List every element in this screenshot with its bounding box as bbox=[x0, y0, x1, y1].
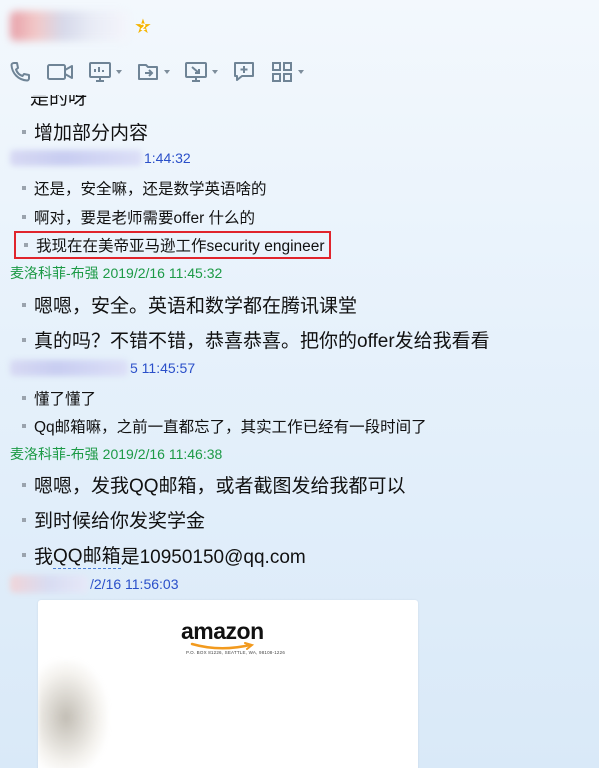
sender-name-blurred bbox=[10, 150, 142, 166]
video-icon bbox=[47, 64, 73, 80]
vip-star-icon[interactable]: ★ 2 bbox=[134, 16, 152, 36]
message-icon bbox=[234, 62, 254, 81]
message-text[interactable]: 还是，安全嘛，还是数学英语啥的 bbox=[34, 177, 267, 199]
redacted-smudge bbox=[38, 660, 108, 768]
sender-line: 麦洛科菲-布强 2019/2/16 11:46:38 bbox=[10, 444, 222, 464]
message-text[interactable]: 到时候给你发奖学金 bbox=[34, 506, 205, 533]
message-text[interactable]: 懂了懂了 bbox=[34, 387, 96, 409]
sender-name[interactable]: 麦洛科菲-布强 bbox=[10, 263, 99, 283]
message-time: 2019/2/16 11:46:38 bbox=[102, 446, 223, 462]
chat-header: ★ 2 bbox=[0, 0, 599, 95]
bullet bbox=[24, 243, 28, 247]
message-time: 2019/2/16 11:45:32 bbox=[102, 265, 223, 281]
sender-line: 1:44:32 bbox=[10, 150, 191, 166]
bullet bbox=[22, 482, 26, 487]
message-text: 是的呀 bbox=[30, 95, 88, 109]
sender-name-blurred bbox=[10, 575, 88, 593]
message-item: 还是，安全嘛，还是数学英语啥的 bbox=[22, 177, 267, 199]
sender-name[interactable]: 麦洛科菲-布强 bbox=[10, 444, 99, 464]
qq-mail-link[interactable]: QQ邮箱 bbox=[53, 541, 121, 569]
message-text[interactable]: 啊对，要是老师需要offer 什么的 bbox=[34, 206, 255, 228]
phone-button[interactable] bbox=[8, 60, 32, 84]
message-item: 真的吗？不错不错，恭喜恭喜。把你的offer发给我看看 bbox=[22, 326, 490, 353]
apps-button[interactable] bbox=[270, 60, 304, 84]
message-time: /2/16 11:56:03 bbox=[90, 576, 179, 592]
chevron-down-icon bbox=[298, 70, 304, 74]
bullet bbox=[22, 396, 26, 400]
sender-line: 5 11:45:57 bbox=[10, 360, 195, 376]
chat-message-area[interactable]: 是的呀 增加部分内容 1:44:32 还是，安全嘛，还是数学英语啥的 啊对，要是… bbox=[0, 95, 599, 768]
sender-line: 麦洛科菲-布强 2019/2/16 11:45:32 bbox=[10, 263, 222, 283]
screen-share-icon bbox=[89, 62, 111, 82]
chevron-down-icon bbox=[116, 70, 122, 74]
message-text[interactable]: 增加部分内容 bbox=[34, 118, 148, 145]
message-item-highlighted: 我现在在美帝亚马逊工作security engineer bbox=[14, 231, 331, 259]
remote-desktop-button[interactable] bbox=[184, 60, 218, 84]
message-text[interactable]: 我现在在美帝亚马逊工作security engineer bbox=[36, 234, 325, 256]
contact-name-blurred bbox=[10, 11, 128, 41]
message-item: 到时候给你发奖学金 bbox=[22, 506, 205, 533]
message-item: 嗯嗯，安全。英语和数学都在腾讯课堂 bbox=[22, 291, 357, 318]
send-message-button[interactable] bbox=[232, 60, 256, 84]
message-item: 我 QQ邮箱 是10950150@qq.com bbox=[22, 541, 306, 569]
bullet bbox=[22, 553, 26, 557]
message-item: 懂了懂了 bbox=[22, 387, 96, 409]
message-text[interactable]: Qq邮箱嘛，之前一直都忘了，其实工作已经有一段时间了 bbox=[34, 415, 427, 437]
message-time: 5 11:45:57 bbox=[130, 360, 196, 376]
amazon-logo: amazon bbox=[181, 618, 264, 644]
sender-name-blurred bbox=[10, 360, 128, 376]
message-text[interactable]: 嗯嗯，发我QQ邮箱，或者截图发给我都可以 bbox=[34, 471, 406, 498]
bullet bbox=[22, 517, 26, 522]
bullet bbox=[22, 337, 26, 342]
remote-desktop-icon bbox=[185, 62, 207, 82]
message-time: 1:44:32 bbox=[144, 150, 191, 166]
message-item: 增加部分内容 bbox=[22, 118, 148, 145]
message-text-partial: 是的呀 bbox=[30, 95, 87, 110]
file-transfer-icon bbox=[138, 64, 158, 80]
bullet bbox=[22, 424, 26, 428]
image-attachment[interactable]: amazon P.O. BOX 81226, SEATTLE, WA, 9810… bbox=[38, 600, 418, 768]
chevron-down-icon bbox=[164, 70, 170, 74]
chevron-down-icon bbox=[212, 70, 218, 74]
message-text-suffix[interactable]: 是10950150@qq.com bbox=[121, 542, 306, 569]
message-text[interactable]: 嗯嗯，安全。英语和数学都在腾讯课堂 bbox=[34, 291, 357, 318]
message-item: 啊对，要是老师需要offer 什么的 bbox=[22, 206, 255, 228]
amazon-address: P.O. BOX 81226, SEATTLE, WA, 98108-1226 bbox=[186, 650, 286, 655]
phone-icon bbox=[10, 62, 30, 82]
message-text-prefix: 我 bbox=[34, 546, 54, 568]
video-call-button[interactable] bbox=[46, 60, 74, 84]
message-item: 嗯嗯，发我QQ邮箱，或者截图发给我都可以 bbox=[22, 471, 406, 498]
bullet bbox=[22, 186, 26, 190]
sender-line: /2/16 11:56:03 bbox=[10, 575, 178, 593]
screen-share-button[interactable] bbox=[88, 60, 122, 84]
bullet bbox=[22, 215, 26, 219]
bullet bbox=[22, 129, 26, 134]
apps-grid-icon bbox=[272, 62, 292, 82]
message-item: Qq邮箱嘛，之前一直都忘了，其实工作已经有一段时间了 bbox=[22, 415, 427, 437]
chat-toolbar bbox=[8, 58, 318, 86]
message-text[interactable]: 真的吗？不错不错，恭喜恭喜。把你的offer发给我看看 bbox=[34, 326, 490, 353]
vip-level: 2 bbox=[140, 23, 147, 33]
bullet bbox=[22, 302, 26, 307]
contact-title[interactable]: ★ 2 bbox=[10, 10, 152, 42]
file-transfer-button[interactable] bbox=[136, 60, 170, 84]
